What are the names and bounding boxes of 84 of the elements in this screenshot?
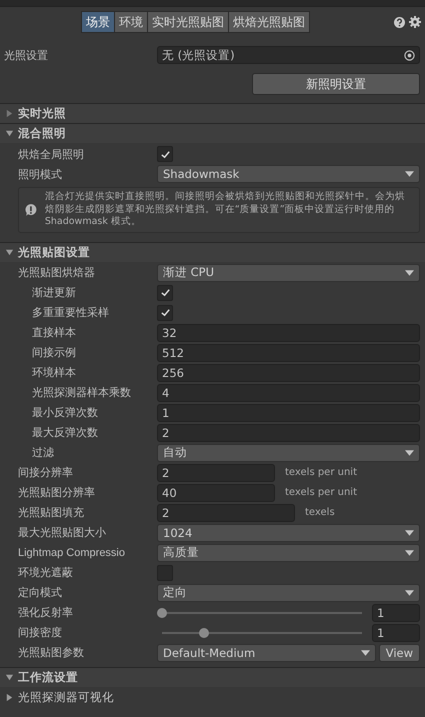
dropdown[interactable]: 渐进 CPU: [157, 264, 420, 282]
field-label: Lightmap Compressio: [17, 546, 126, 558]
field-label: 多重重要性采样: [31, 306, 110, 320]
dropdown-arrow-icon: [405, 450, 414, 456]
dropdown-arrow-icon: [405, 530, 414, 536]
section-title[interactable]: 光照贴图设置: [18, 244, 90, 260]
field-label: 强化反射率: [17, 606, 74, 620]
expanded-arrow-icon[interactable]: [5, 248, 14, 256]
section-header[interactable]: 混合照明: [0, 123, 425, 143]
dropdown-arrow-icon: [405, 550, 414, 556]
collapsed-arrow-icon[interactable]: [5, 693, 14, 702]
section-header[interactable]: 实时光照: [0, 103, 425, 123]
object-picker-icon[interactable]: [404, 50, 415, 60]
dropdown-arrow-icon: [360, 650, 370, 656]
foldout-label[interactable]: 光照探测器可视化: [18, 690, 114, 705]
checkbox[interactable]: [157, 304, 173, 320]
field-label: 环境光遮蔽: [17, 566, 74, 580]
unit-label: texels per unit: [285, 487, 357, 498]
dropdown-arrow-icon: [405, 171, 414, 177]
field-label: 光照贴图分辨率: [17, 486, 96, 500]
collapsed-arrow-icon[interactable]: [5, 109, 14, 118]
object-field[interactable]: 无 (光照设置): [157, 46, 420, 64]
field-label: 间接密度: [17, 626, 63, 640]
unit-label: texels per unit: [285, 467, 357, 478]
section-header[interactable]: 工作流设置: [0, 666, 425, 686]
field-label: 定向模式: [17, 586, 63, 600]
field-label: 光照贴图参数: [17, 646, 85, 660]
checkbox[interactable]: [157, 146, 173, 162]
dropdown-arrow-icon: [405, 270, 414, 276]
dropdown[interactable]: 1024: [157, 524, 420, 542]
number-field[interactable]: 40: [157, 484, 275, 502]
number-field[interactable]: 1: [372, 624, 420, 642]
field-label: 光照探测器样本乘数: [31, 386, 132, 400]
tab[interactable]: 烘焙光照贴图: [228, 11, 310, 33]
field-label: 环境样本: [31, 366, 77, 380]
number-field[interactable]: 2: [157, 504, 295, 522]
field-label: 光照贴图烘焙器: [17, 266, 96, 280]
field-label: 渐进更新: [31, 286, 77, 300]
number-field[interactable]: 256: [157, 364, 420, 382]
dropdown-arrow-icon: [405, 590, 414, 596]
field-label: 过滤: [31, 446, 55, 460]
field-label: 照明模式: [17, 168, 63, 182]
check-icon: [160, 287, 170, 298]
number-field[interactable]: 512: [157, 344, 420, 362]
checkbox[interactable]: [157, 284, 173, 300]
expanded-arrow-icon[interactable]: [5, 129, 14, 138]
section-header[interactable]: 光照贴图设置: [0, 242, 425, 262]
field-label: 直接样本: [31, 326, 77, 340]
check-icon: [160, 148, 170, 160]
help-icon[interactable]: [394, 16, 405, 28]
tab[interactable]: 环境: [114, 11, 148, 33]
field-label: 光照贴图填充: [17, 506, 85, 520]
number-field[interactable]: 2: [157, 464, 275, 482]
field-label: 烘焙全局照明: [17, 148, 85, 162]
field-label: 间接示例: [31, 346, 77, 360]
dropdown[interactable]: Default-Medium: [157, 644, 376, 662]
field-label: 光照设置: [3, 48, 49, 62]
number-field[interactable]: 2: [157, 424, 420, 442]
dropdown[interactable]: Shadowmask: [157, 165, 420, 183]
field-label: 最大光照贴图大小: [17, 526, 107, 540]
number-field[interactable]: 32: [157, 324, 420, 342]
field-label: 最小反弹次数: [31, 406, 99, 420]
expanded-arrow-icon[interactable]: [5, 672, 14, 682]
unit-label: texels: [305, 507, 335, 518]
number-field[interactable]: 4: [157, 384, 420, 402]
dropdown[interactable]: 自动: [157, 444, 420, 462]
dropdown[interactable]: 定向: [157, 584, 420, 602]
new-lighting-settings-button[interactable]: 新照明设置: [252, 73, 420, 95]
section-title[interactable]: 混合照明: [18, 126, 66, 141]
section-title[interactable]: 实时光照: [18, 106, 66, 121]
view-button[interactable]: View: [378, 644, 420, 662]
help-text: 混合灯光提供实时直接照明。间接照明会被烘焙到光照贴图和光照探针中。会为烘焙阴影生成阴影遮罩和光照探针遮挡。可在“质量设置”面板中设置运行时使用的 Shadowmask 模式。: [44, 191, 406, 228]
section-title[interactable]: 工作流设置: [18, 670, 78, 684]
slider-thumb[interactable]: [199, 628, 209, 638]
settings-icon[interactable]: [409, 16, 421, 28]
number-field[interactable]: 1: [372, 604, 420, 622]
number-field[interactable]: 1: [157, 404, 420, 422]
dropdown[interactable]: 高质量: [157, 544, 420, 562]
tab[interactable]: 场景: [81, 11, 115, 33]
check-icon: [160, 307, 170, 318]
field-label: 最大反弹次数: [31, 426, 99, 440]
tab[interactable]: 实时光照贴图: [147, 11, 229, 33]
slider-thumb[interactable]: [157, 608, 167, 618]
field-label: 间接分辨率: [17, 466, 74, 480]
